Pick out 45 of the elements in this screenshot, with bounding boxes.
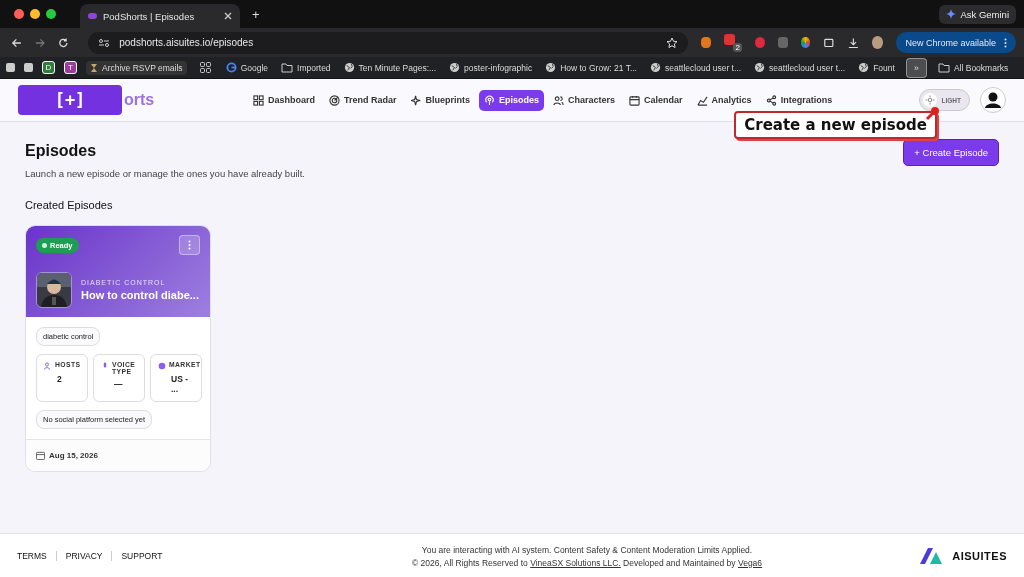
section-title: Created Episodes xyxy=(25,199,114,211)
bookmark-link[interactable]: seattlecloud user t... xyxy=(752,62,848,73)
bookmark-link[interactable]: Ten Minute Pages:... xyxy=(341,62,439,73)
bookmark-link[interactable]: All Bookmarks xyxy=(935,62,1011,73)
nav-tab[interactable]: Trend Radar xyxy=(324,89,402,111)
browser-tab[interactable]: PodShorts | Episodes xyxy=(80,4,240,28)
nav-tab[interactable]: Characters xyxy=(548,89,621,111)
bookmark-link[interactable]: Fount xyxy=(856,62,897,73)
footer-notice: You are interacting with AI system. Content Safety & Content Moderation Limits Applied. xyxy=(421,544,753,555)
update-chrome-button[interactable]: New Chrome available xyxy=(896,32,1016,53)
bookmark-button[interactable]: T xyxy=(64,61,77,74)
copyright-text: © 2026, All Rights Reserved to VineaSX Solutions LLC. Developed and Maintained by Vega6 xyxy=(411,557,763,568)
episode-date: Aug 15, 2026 xyxy=(49,451,98,460)
nav-tab[interactable]: Dashboard xyxy=(248,89,320,111)
stat-value: US - ... xyxy=(171,374,189,394)
episode-title: How to control diabe... xyxy=(81,289,199,301)
bookmark-link[interactable]: seattlecloud user t... xyxy=(648,62,744,73)
stat-value: 2 xyxy=(57,374,63,384)
stat-value: — xyxy=(114,379,124,389)
bookmark-link[interactable]: poster-infographic xyxy=(447,62,535,73)
address-bar[interactable]: podshorts.aisuites.io/episodes xyxy=(88,31,689,54)
nav-tab[interactable]: Integrations xyxy=(760,89,838,111)
nav-tab[interactable]: Analytics xyxy=(691,89,757,111)
create-episode-button[interactable]: + Create Episode xyxy=(903,139,999,166)
developer-link[interactable]: Vega6 xyxy=(737,557,763,568)
nav-tab[interactable]: Blueprints xyxy=(405,89,476,111)
nav-tab[interactable]: Episodes xyxy=(479,89,545,111)
bookmark-button[interactable]: D xyxy=(42,61,55,74)
company-link[interactable]: VineaSX Solutions LLC. xyxy=(530,557,621,568)
more-bookmarks-button[interactable]: » xyxy=(905,57,927,78)
bookmark-link[interactable]: How to Grow: 21 T... xyxy=(543,62,639,73)
bookmark-link[interactable]: Archive RSVP emails xyxy=(86,60,187,75)
brand-name: AISUITES xyxy=(952,550,1007,562)
overlay-label: [+] xyxy=(18,85,122,115)
callout-label: Create a new episode xyxy=(734,111,937,139)
new-tab-button[interactable]: + xyxy=(246,6,266,22)
page-subtitle: Launch a new episode or manage the ones you have already built. xyxy=(25,168,305,179)
ask-gemini-button[interactable]: Ask Gemini xyxy=(939,4,1016,24)
footer-link[interactable]: PRIVACY xyxy=(65,551,103,561)
footer-link[interactable]: TERMS xyxy=(17,551,47,561)
bookmark-link[interactable]: Google xyxy=(223,62,271,73)
nav-tab[interactable]: Calendar xyxy=(624,89,688,111)
bookmark-link[interactable]: Imported xyxy=(279,62,333,73)
page-title: Episodes xyxy=(25,142,98,160)
footer-link[interactable]: SUPPORT xyxy=(121,551,163,561)
